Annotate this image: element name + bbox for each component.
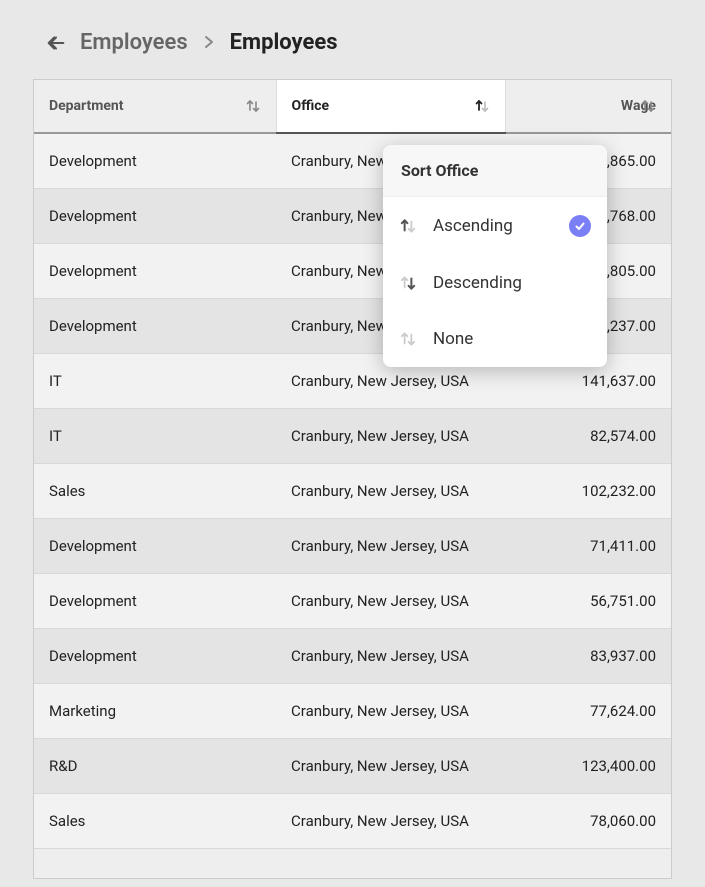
cell-department: R&D <box>34 739 276 794</box>
sort-popover: Sort Office Ascending <box>383 145 607 367</box>
table-row[interactable]: DevelopmentCranbury, New Jersey, USA56,7… <box>34 574 671 629</box>
table-header-row: Department Office <box>34 80 671 133</box>
table-row[interactable]: R&DCranbury, New Jersey, USA123,400.00 <box>34 739 671 794</box>
sort-popover-title: Sort Office <box>383 145 607 197</box>
sort-asc-icon <box>474 98 490 114</box>
chevron-right-icon <box>204 30 214 55</box>
sort-option-label: None <box>433 329 591 349</box>
cell-department: Development <box>34 299 276 354</box>
sort-option-label: Ascending <box>433 216 553 236</box>
cell-wage: 56,751.00 <box>505 574 671 629</box>
popover-arrow-icon <box>483 145 501 146</box>
cell-office: Cranbury, New Jersey, USA <box>276 519 505 574</box>
column-header-office[interactable]: Office <box>276 80 505 133</box>
cell-department: Marketing <box>34 684 276 739</box>
column-label: Office <box>292 98 330 114</box>
sort-icon <box>245 98 261 114</box>
cell-office: Cranbury, New Jersey, USA <box>276 574 505 629</box>
cell-wage: 78,060.00 <box>505 794 671 849</box>
breadcrumb-parent[interactable]: Employees <box>80 30 188 55</box>
table-row[interactable]: ITCranbury, New Jersey, USA82,574.00 <box>34 409 671 464</box>
cell-department: Development <box>34 629 276 684</box>
cell-wage: 102,232.00 <box>505 464 671 519</box>
cell-office: Cranbury, New Jersey, USA <box>276 684 505 739</box>
cell-wage: 83,937.00 <box>505 629 671 684</box>
back-button[interactable] <box>44 31 68 55</box>
cell-office: Cranbury, New Jersey, USA <box>276 409 505 464</box>
cell-wage: 77,624.00 <box>505 684 671 739</box>
column-header-department[interactable]: Department <box>34 80 276 133</box>
cell-department: Development <box>34 133 276 189</box>
check-icon <box>569 215 591 237</box>
cell-office: Cranbury, New Jersey, USA <box>276 739 505 794</box>
arrow-left-icon <box>45 32 67 54</box>
table-row[interactable]: MarketingCranbury, New Jersey, USA77,624… <box>34 684 671 739</box>
cell-office: Cranbury, New Jersey, USA <box>276 629 505 684</box>
sort-icon <box>640 98 656 114</box>
sort-option-ascending[interactable]: Ascending <box>383 197 607 255</box>
cell-department: IT <box>34 354 276 409</box>
cell-wage: 71,411.00 <box>505 519 671 574</box>
table-row[interactable]: SalesCranbury, New Jersey, USA78,060.00 <box>34 794 671 849</box>
cell-department: Sales <box>34 794 276 849</box>
sort-asc-icon <box>399 217 417 235</box>
breadcrumb-current: Employees <box>230 30 338 55</box>
column-header-wage[interactable]: Wage <box>505 80 671 133</box>
breadcrumb: Employees Employees <box>80 30 338 55</box>
sort-option-label: Descending <box>433 273 591 293</box>
cell-office: Cranbury, New Jersey, USA <box>276 464 505 519</box>
sort-none-icon <box>399 330 417 348</box>
table-row[interactable]: DevelopmentCranbury, New Jersey, USA83,9… <box>34 629 671 684</box>
cell-department: Development <box>34 189 276 244</box>
cell-wage: 123,400.00 <box>505 739 671 794</box>
cell-department: Development <box>34 574 276 629</box>
cell-wage: 82,574.00 <box>505 409 671 464</box>
cell-office: Cranbury, New Jersey, USA <box>276 794 505 849</box>
column-label: Department <box>49 98 124 114</box>
page-header: Employees Employees <box>0 0 705 79</box>
sort-option-descending[interactable]: Descending <box>383 255 607 311</box>
cell-department: IT <box>34 409 276 464</box>
cell-department: Development <box>34 244 276 299</box>
sort-option-none[interactable]: None <box>383 311 607 367</box>
table-row[interactable]: SalesCranbury, New Jersey, USA102,232.00 <box>34 464 671 519</box>
table-row[interactable]: DevelopmentCranbury, New Jersey, USA71,4… <box>34 519 671 574</box>
cell-department: Development <box>34 519 276 574</box>
cell-department: Sales <box>34 464 276 519</box>
sort-desc-icon <box>399 274 417 292</box>
